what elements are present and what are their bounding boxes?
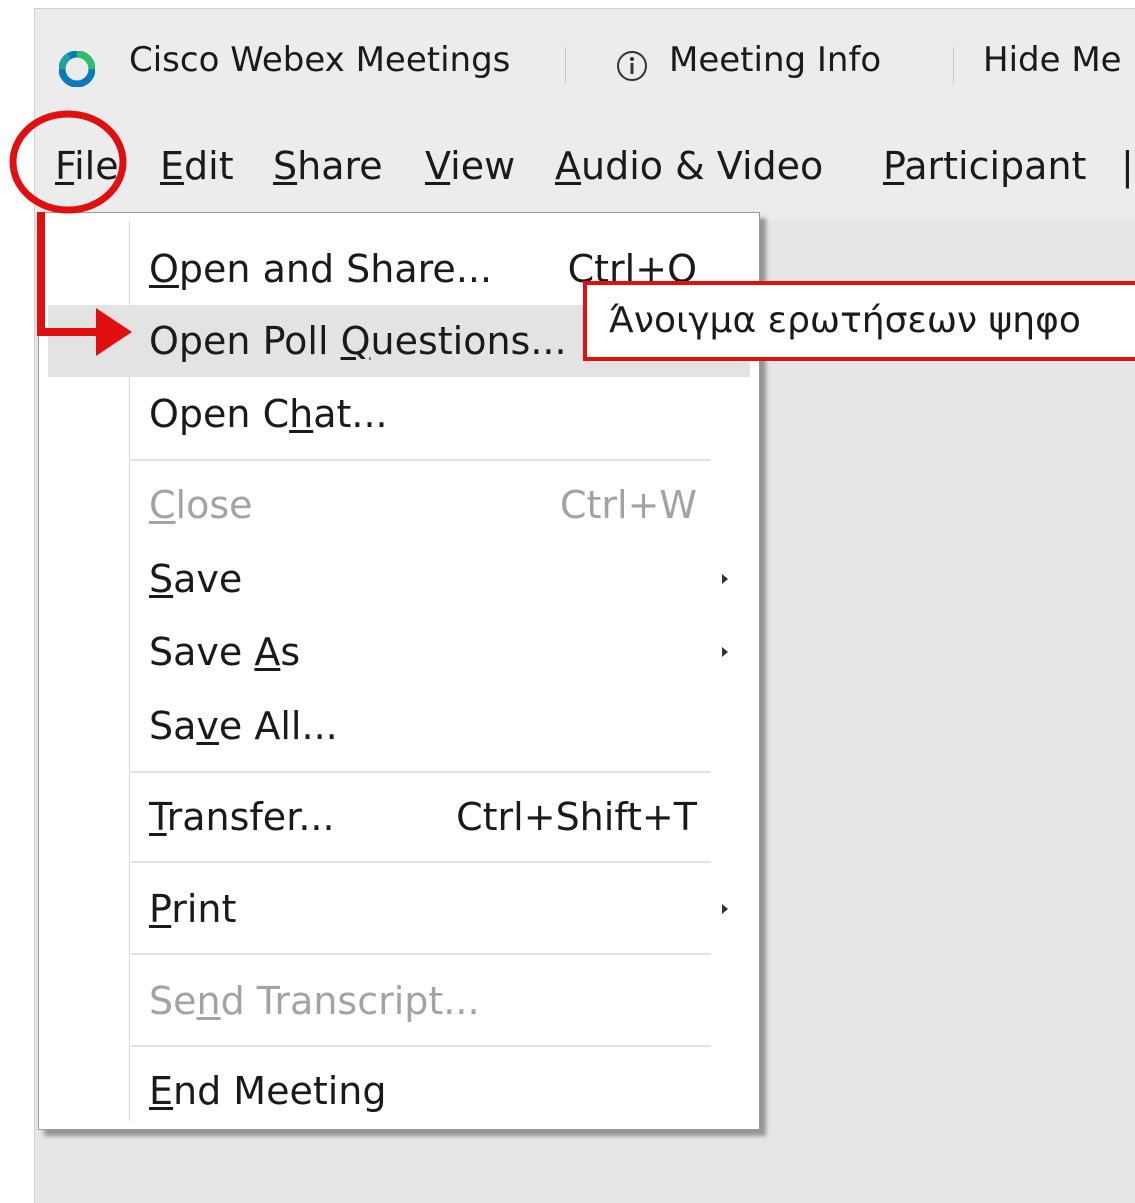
menu-separator bbox=[131, 459, 711, 461]
menu-edit[interactable]: Edit bbox=[160, 143, 234, 189]
menu-item-close: Close Ctrl+W bbox=[39, 469, 759, 541]
menu-item-label: Open and Share... bbox=[149, 247, 493, 291]
menu-item-transfer[interactable]: Transfer... Ctrl+Shift+T bbox=[39, 781, 759, 853]
menu-item-open-chat[interactable]: Open Chat... bbox=[39, 378, 759, 450]
menu-item-save-as[interactable]: Save As bbox=[39, 616, 759, 688]
menu-item-label: End Meeting bbox=[149, 1069, 387, 1113]
menu-item-end-meeting[interactable]: End Meeting bbox=[39, 1055, 759, 1127]
menu-item-print[interactable]: Print bbox=[39, 873, 759, 945]
menu-item-label: Save As bbox=[149, 630, 301, 674]
menu-item-save[interactable]: Save bbox=[39, 543, 759, 615]
webex-window: Cisco Webex Meetings Meeting Info Hide M… bbox=[34, 8, 1135, 1203]
info-icon[interactable] bbox=[615, 49, 649, 83]
hide-menu-button[interactable]: Hide Me bbox=[983, 39, 1122, 81]
menu-separator bbox=[131, 1045, 711, 1047]
menu-separator bbox=[131, 953, 711, 955]
menu-item-label: Open Chat... bbox=[149, 392, 388, 436]
menu-item-send-transcript: Send Transcript... bbox=[39, 965, 759, 1037]
menu-item-label: Save All... bbox=[149, 704, 338, 748]
submenu-arrow-icon bbox=[722, 904, 728, 914]
menu-next-truncated[interactable]: | bbox=[1121, 143, 1134, 189]
menu-item-save-all[interactable]: Save All... bbox=[39, 690, 759, 762]
menu-share[interactable]: Share bbox=[273, 143, 383, 189]
title-separator bbox=[565, 47, 566, 83]
menu-separator bbox=[131, 771, 711, 773]
menu-item-shortcut: Ctrl+W bbox=[559, 483, 697, 527]
menu-bar: File Edit Share View Audio & Video Parti… bbox=[35, 113, 1135, 219]
menu-separator bbox=[131, 861, 711, 863]
menu-audio-video[interactable]: Audio & Video bbox=[555, 143, 823, 189]
submenu-arrow-icon bbox=[722, 574, 728, 584]
menu-file[interactable]: File bbox=[55, 143, 119, 189]
submenu-arrow-icon bbox=[722, 647, 728, 657]
menu-item-label: Open Poll Questions... bbox=[149, 319, 567, 363]
menu-item-label: Print bbox=[149, 887, 237, 931]
webex-logo-icon bbox=[59, 51, 95, 87]
title-separator bbox=[953, 47, 954, 83]
menu-item-label: Close bbox=[149, 483, 253, 527]
title-bar: Cisco Webex Meetings Meeting Info Hide M… bbox=[35, 9, 1135, 113]
meeting-info-button[interactable]: Meeting Info bbox=[669, 39, 881, 81]
menu-item-label: Send Transcript... bbox=[149, 979, 480, 1023]
menu-participant[interactable]: Participant bbox=[883, 143, 1086, 189]
menu-item-label: Transfer... bbox=[149, 795, 335, 839]
menu-item-label: Save bbox=[149, 557, 243, 601]
menu-item-shortcut: Ctrl+Shift+T bbox=[456, 795, 697, 839]
menu-view[interactable]: View bbox=[425, 143, 515, 189]
annotation-callout: Άνοιγμα ερωτήσεων ψηφο bbox=[583, 281, 1135, 361]
app-name: Cisco Webex Meetings bbox=[129, 40, 511, 80]
